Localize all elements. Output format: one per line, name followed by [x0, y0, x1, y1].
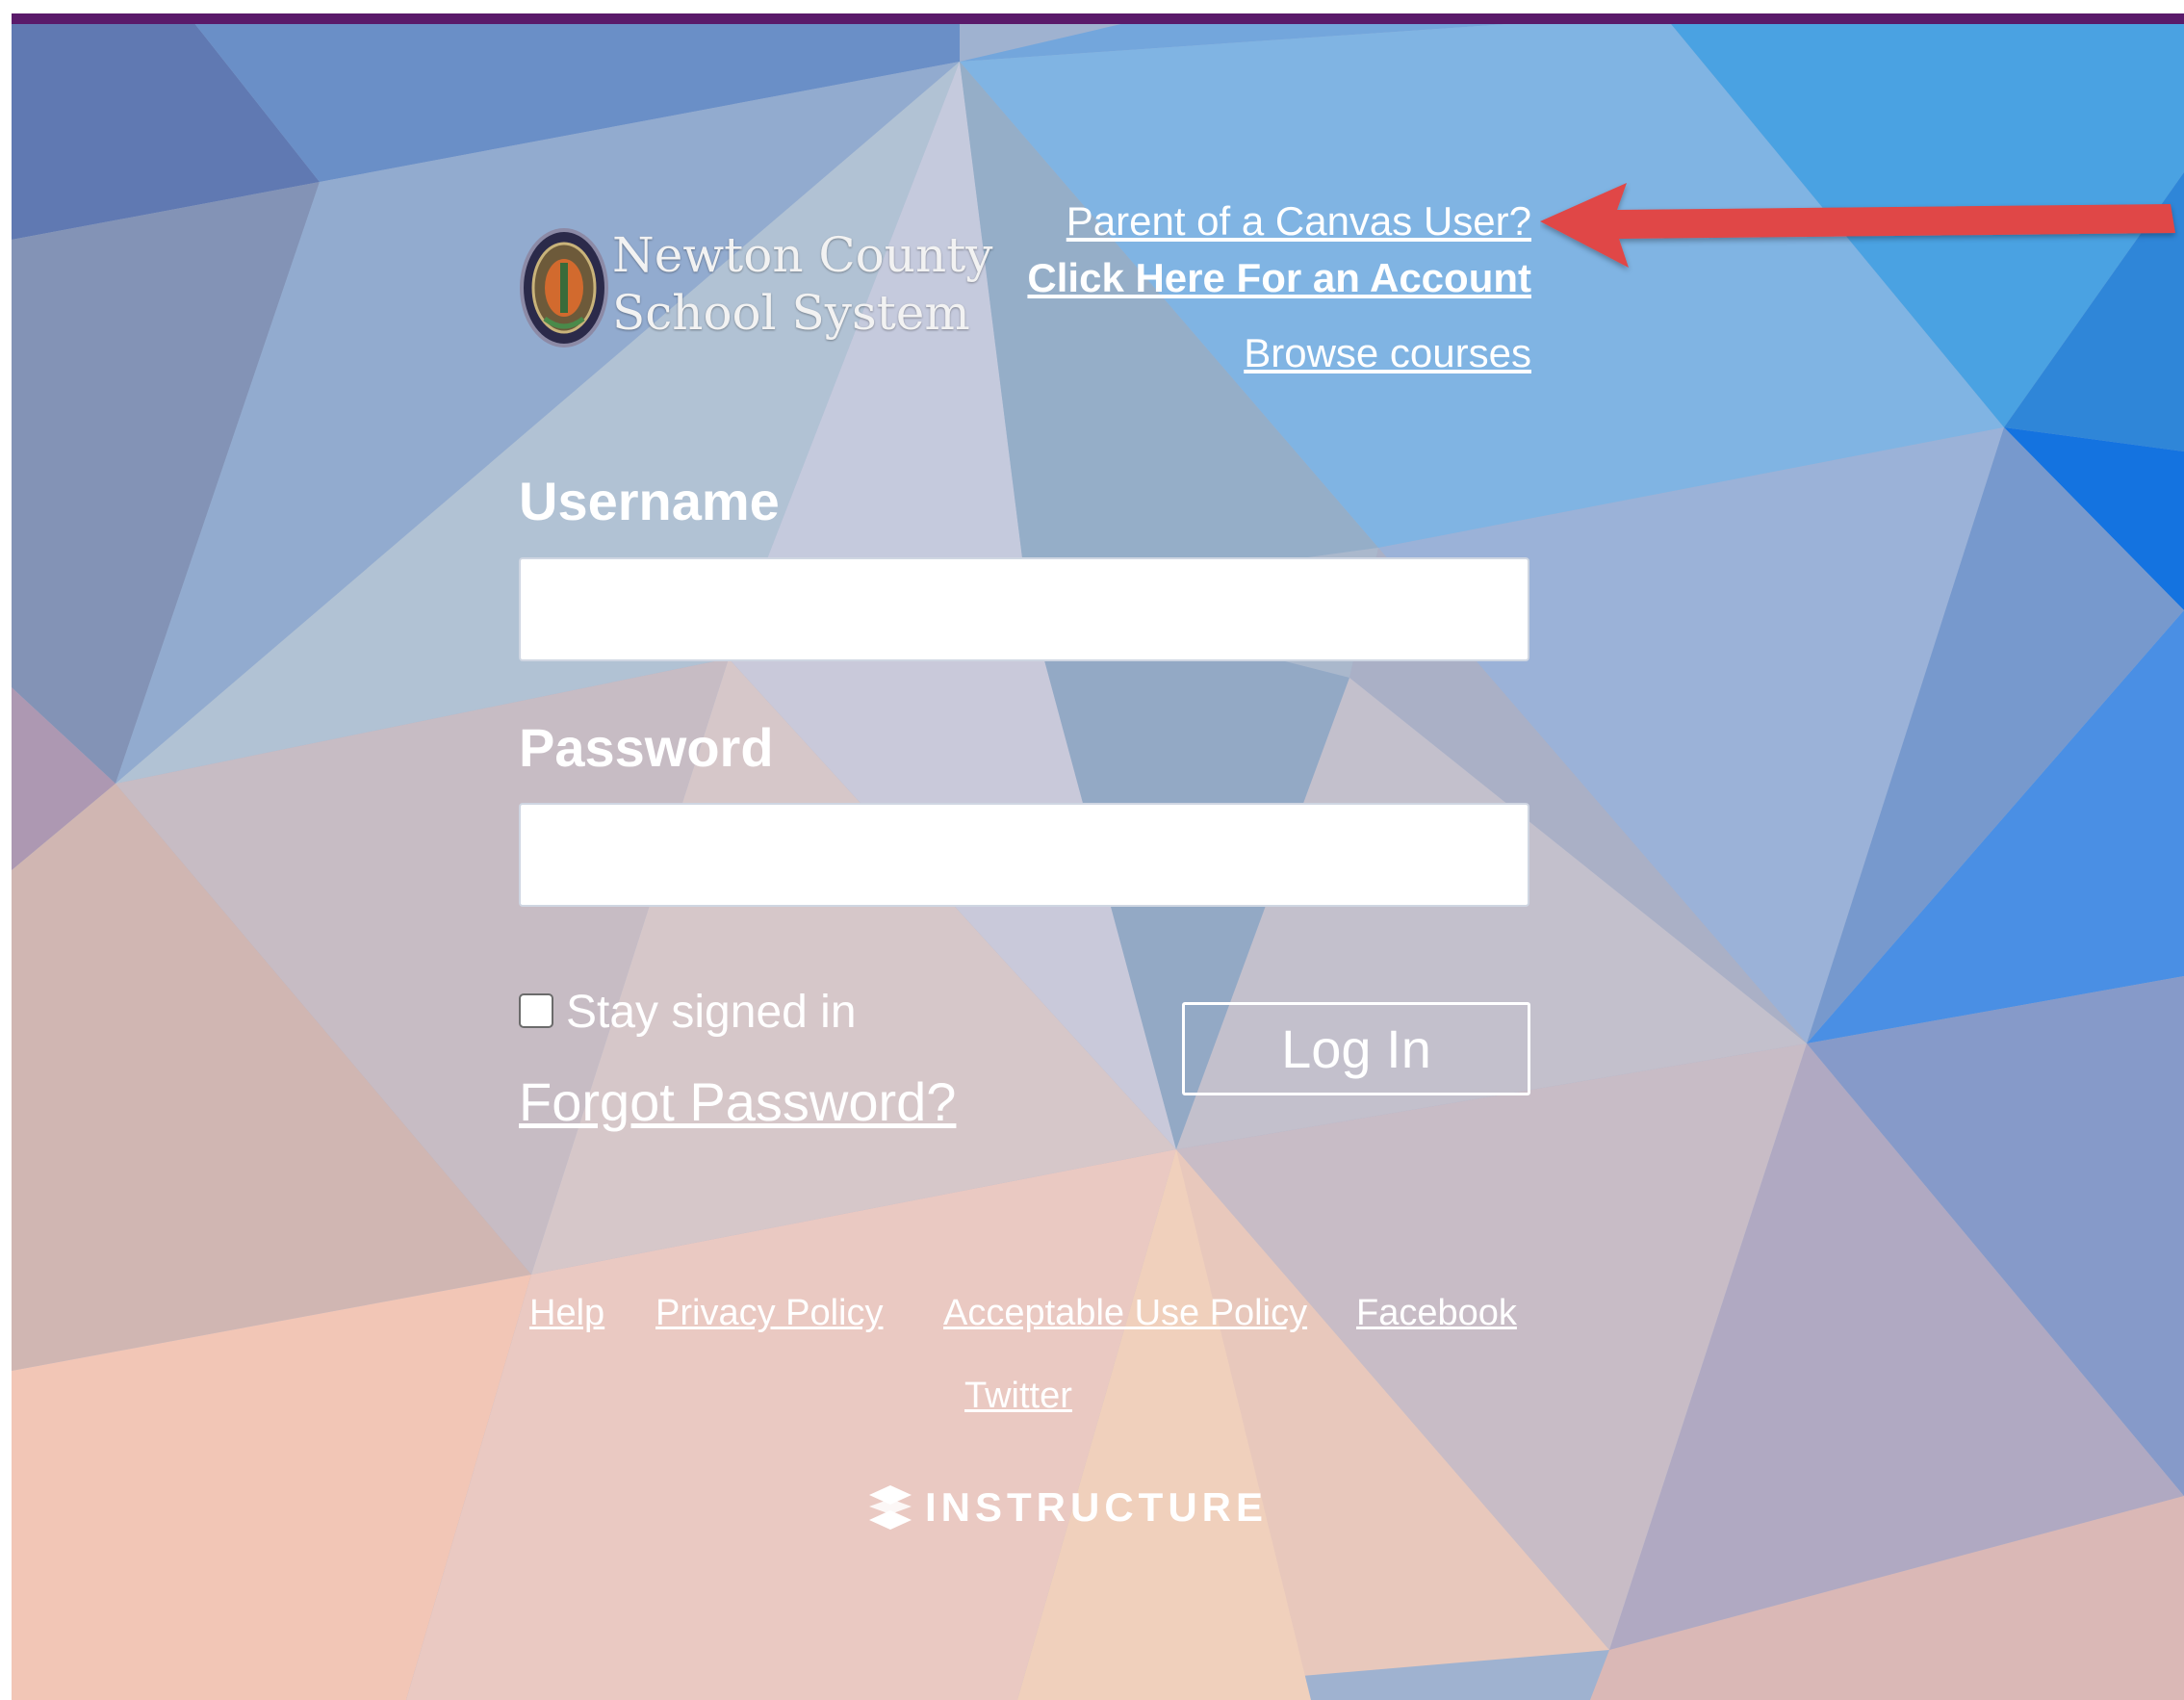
- footer-privacy-policy-link[interactable]: Privacy Policy: [655, 1293, 884, 1334]
- username-label: Username: [519, 471, 780, 531]
- top-accent-bar: [12, 13, 2184, 24]
- footer-facebook-link[interactable]: Facebook: [1356, 1293, 1517, 1334]
- parent-of-canvas-user-link[interactable]: Parent of a Canvas User?: [1066, 198, 1531, 245]
- instructure-wordmark: INSTRUCTURE: [925, 1484, 1268, 1530]
- log-in-button[interactable]: Log In: [1182, 1002, 1530, 1095]
- school-name-line1: Newton County: [612, 227, 993, 283]
- footer-twitter-link[interactable]: Twitter: [964, 1376, 1072, 1417]
- red-arrow-icon: [1540, 183, 2175, 268]
- stay-signed-in-checkbox[interactable]: [519, 993, 553, 1028]
- footer-help-link[interactable]: Help: [529, 1293, 604, 1334]
- instructure-logo[interactable]: INSTRUCTURE: [869, 1482, 1268, 1533]
- create-parent-account-link[interactable]: Click Here For an Account: [1027, 255, 1531, 301]
- password-label: Password: [519, 717, 774, 778]
- school-name: Newton County School System: [612, 226, 993, 342]
- school-logo: Newton County School System: [508, 215, 993, 349]
- forgot-password-link[interactable]: Forgot Password?: [519, 1070, 956, 1133]
- instructure-logo-icon: [869, 1485, 912, 1530]
- username-input[interactable]: [519, 557, 1529, 661]
- school-name-line2: School System: [612, 285, 970, 341]
- school-seal-icon: [520, 228, 608, 348]
- footer-acceptable-use-policy-link[interactable]: Acceptable Use Policy: [943, 1293, 1307, 1334]
- stay-signed-in-label[interactable]: Stay signed in: [566, 986, 857, 1039]
- password-input[interactable]: [519, 803, 1529, 907]
- browse-courses-link[interactable]: Browse courses: [1244, 330, 1531, 376]
